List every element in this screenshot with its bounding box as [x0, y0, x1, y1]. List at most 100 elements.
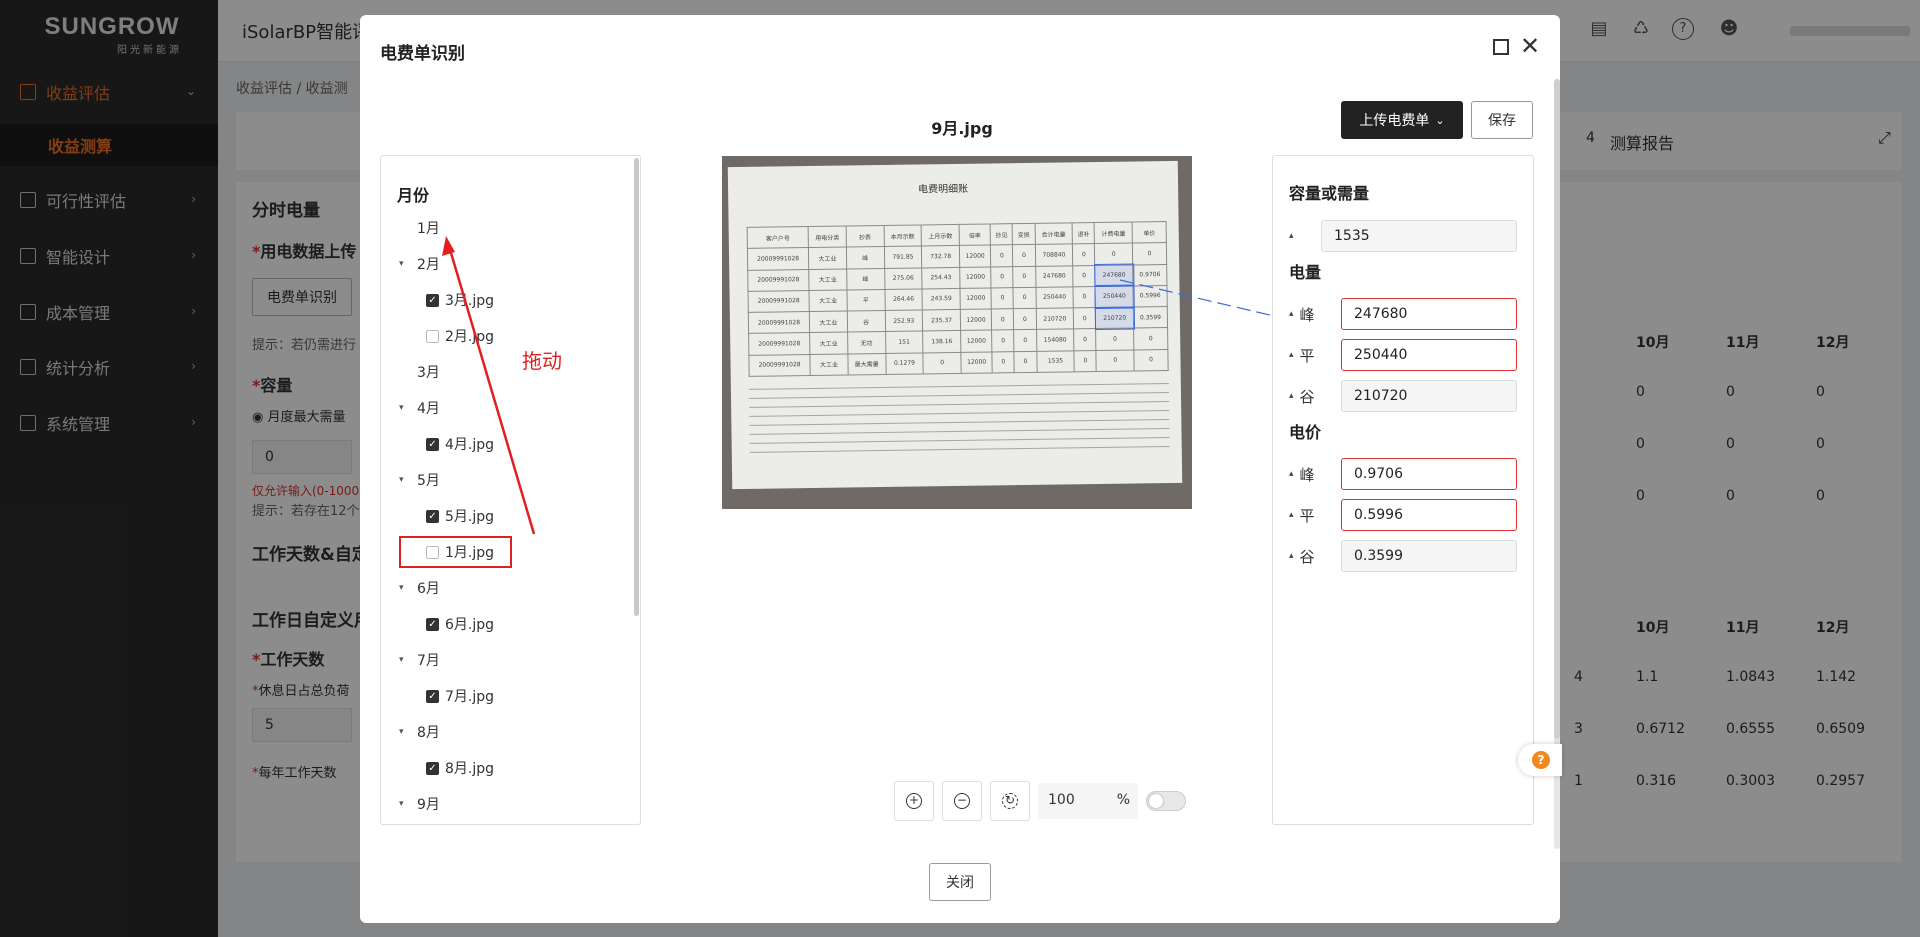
bill-table-cell: 大工业 [809, 289, 848, 312]
energy-flat-input[interactable]: 250440 [1341, 339, 1517, 371]
bill-table-cell: 12000 [959, 245, 991, 267]
zoom-out-icon: − [954, 793, 970, 809]
bill-table-cell: 0 [1013, 308, 1037, 331]
bill-table-cell: 0 [1012, 244, 1036, 267]
bill-table-cell: 0 [1074, 350, 1097, 372]
price-peak-input[interactable]: 0.9706 [1341, 458, 1517, 490]
tree-month-group[interactable]: ▾ 4月 [399, 397, 440, 419]
tree-month-node[interactable]: 1月 [417, 217, 440, 239]
save-button[interactable]: 保存 [1471, 101, 1533, 139]
tree-file-node[interactable]: ✓ 5月.jpg [426, 505, 494, 527]
zoom-toggle[interactable] [1146, 791, 1186, 811]
zoom-input[interactable]: 100 % [1038, 783, 1138, 819]
tree-month-node[interactable]: 3月 [417, 361, 440, 383]
checkbox-checked[interactable]: ✓ [426, 689, 439, 703]
caret-down-icon: ▾ [399, 655, 404, 665]
question-icon: ? [1532, 751, 1550, 769]
upload-bill-label: 上传电费单 [1359, 113, 1430, 129]
dialog-scrollbar[interactable] [1554, 79, 1560, 849]
caret-up-icon[interactable]: ▴ [1289, 469, 1294, 479]
tree-month-group[interactable]: ▾ 5月 [399, 469, 440, 491]
bill-table-cell: 本月示数 [883, 224, 922, 247]
price-valley-label: 谷 [1299, 547, 1315, 566]
bill-table-cell: 708840 [1034, 244, 1073, 266]
rotate-button[interactable]: ↻ [990, 781, 1030, 821]
price-valley-input[interactable]: 0.3599 [1341, 540, 1517, 572]
checkbox-checked[interactable]: ✓ [426, 509, 439, 523]
checkbox-unchecked[interactable] [426, 329, 439, 343]
tree-file-node[interactable]: 2月.jpg [426, 325, 494, 347]
energy-heading: 电量 [1289, 263, 1322, 282]
energy-valley-input[interactable]: 210720 [1341, 380, 1517, 412]
caret-up-icon[interactable]: ▴ [1289, 350, 1294, 360]
tree-node-label: 8月 [417, 725, 440, 741]
tree-month-group[interactable]: ▾ 9月 [399, 793, 440, 815]
caret-up-icon[interactable]: ▴ [1289, 231, 1294, 241]
zoom-out-button[interactable]: − [942, 781, 982, 821]
bill-table-cell: 抄表 [845, 225, 884, 248]
bill-table-cell: 0 [1073, 307, 1096, 330]
month-tree-panel: 月份 1月 ▾ 2月 ✓ 3月.jpg 2月.jpg 3月 ▾ 4月 ✓ 4月.jpg … [380, 155, 641, 825]
close-icon[interactable]: ✕ [1520, 33, 1540, 59]
price-valley-row: ▴ 谷 [1289, 540, 1315, 572]
caret-up-icon[interactable]: ▴ [1289, 309, 1294, 319]
tree-file-node[interactable]: ✓ 3月.jpg [426, 289, 494, 311]
tree-node-label: 7月.jpg [445, 689, 495, 705]
close-button[interactable]: 关闭 [929, 863, 991, 901]
tree-month-group[interactable]: ▾ 7月 [399, 649, 440, 671]
price-peak-row: ▴ 峰 [1289, 458, 1315, 490]
bill-table-cell: 最大需量 [847, 353, 886, 375]
tree-scrollbar-thumb[interactable] [634, 158, 639, 616]
bill-table-cell: 0 [923, 352, 962, 374]
tree-file-node[interactable]: ✓ 4月.jpg [426, 433, 494, 455]
bill-table-cell: 0 [1132, 242, 1167, 265]
energy-peak-row: ▴ 峰 [1289, 298, 1315, 330]
energy-peak-input[interactable]: 247680 [1341, 298, 1517, 330]
bill-table-cell: 20009991028 [748, 290, 810, 313]
bill-table-cell: 大工业 [809, 311, 848, 333]
checkbox-checked[interactable]: ✓ [426, 617, 439, 631]
capacity-value-input[interactable]: 1535 [1321, 220, 1517, 252]
tree-month-group[interactable]: ▾ 8月 [399, 721, 440, 743]
bill-table-cell: 0 [1072, 265, 1096, 287]
bill-table-cell: 0 [991, 330, 1015, 352]
bill-table-cell: 275.06 [884, 267, 923, 290]
bill-table-cell: 0.5996 [1133, 285, 1168, 308]
caret-up-icon[interactable]: ▴ [1289, 391, 1294, 401]
bill-title: 电费明细账 [918, 183, 969, 196]
checkbox-checked[interactable]: ✓ [426, 293, 439, 307]
bill-table-cell: 变损 [1012, 223, 1035, 245]
tree-file-node[interactable]: ✓ 8月.jpg [426, 757, 494, 779]
checkbox-checked[interactable]: ✓ [426, 437, 439, 451]
bill-table-cell: 12000 [960, 309, 992, 331]
bill-table-cell: 20009991028 [748, 311, 810, 334]
tree-month-group[interactable]: ▾ 6月 [399, 577, 440, 599]
tree-month-group[interactable]: ▾ 2月 [399, 253, 440, 275]
caret-down-icon: ▾ [399, 583, 404, 593]
bill-table-cell: 0.9706 [1132, 264, 1167, 286]
caret-up-icon[interactable]: ▴ [1289, 551, 1294, 561]
tree-file-node[interactable]: ✓ 6月.jpg [426, 613, 494, 635]
tree-node-label: 7月 [417, 653, 440, 669]
help-bubble[interactable]: ? [1518, 744, 1562, 776]
price-flat-input[interactable]: 0.5996 [1341, 499, 1517, 531]
tree-node-label: 3月.jpg [445, 293, 495, 309]
tree-file-node[interactable]: ✓ 7月.jpg [426, 685, 494, 707]
bill-table-cell: 20009991028 [748, 354, 811, 377]
bill-table-cell: 210720 [1035, 307, 1074, 330]
upload-bill-button[interactable]: 上传电费单 ⌄ [1341, 101, 1463, 139]
maximize-icon[interactable] [1493, 39, 1509, 55]
bill-image[interactable]: 电费明细账 客户户号 用电分类 抄表 本月示数 上月示数 倍率 抄见 变损 合计电量 退补 计费电量… [722, 156, 1192, 509]
price-peak-label: 峰 [1299, 465, 1315, 484]
caret-up-icon[interactable]: ▴ [1289, 510, 1294, 520]
zoom-in-button[interactable]: + [894, 781, 934, 821]
bill-table-cell: 1535 [1036, 350, 1075, 373]
dialog-scrollbar-thumb[interactable] [1554, 79, 1560, 739]
checkbox-checked[interactable]: ✓ [426, 761, 439, 775]
zoom-value: 100 [1048, 792, 1075, 808]
bill-table-cell: 791.85 [883, 246, 922, 269]
bill-table-cell: 谷 [847, 310, 886, 333]
bill-table-cell: 210720 [1094, 306, 1135, 330]
caret-down-icon: ▾ [399, 403, 404, 413]
bill-table: 客户户号 用电分类 抄表 本月示数 上月示数 倍率 抄见 变损 合计电量 退补 计费电量 单价 2000… [747, 221, 1169, 377]
